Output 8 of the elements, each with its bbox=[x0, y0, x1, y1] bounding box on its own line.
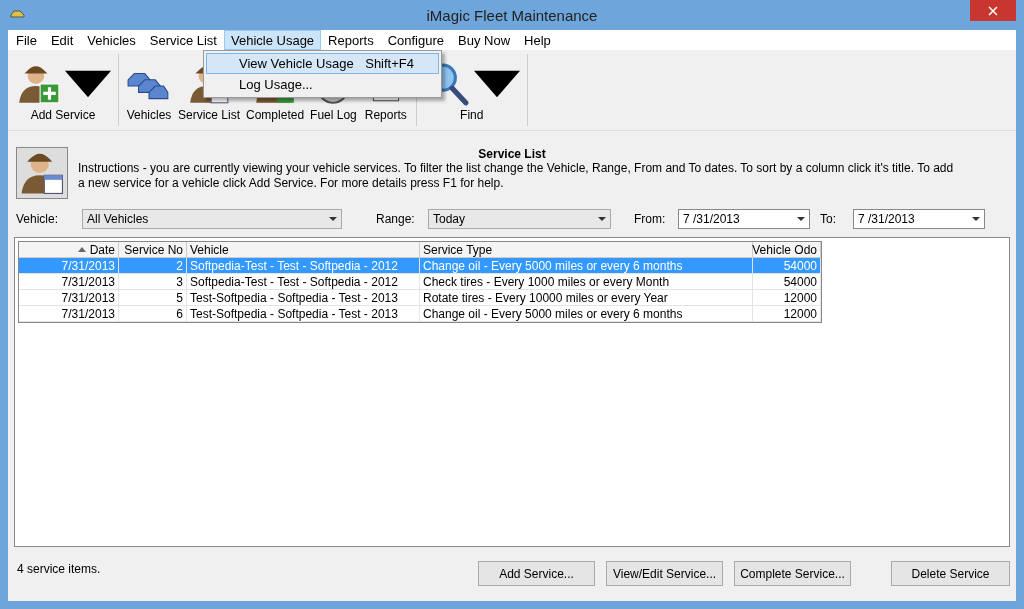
from-label: From: bbox=[634, 212, 667, 226]
range-label: Range: bbox=[376, 212, 416, 226]
window-title: iMagic Fleet Maintenance bbox=[426, 6, 598, 24]
section-title: Service List bbox=[477, 147, 547, 161]
to-label: To: bbox=[820, 212, 837, 226]
status-text: 4 service items. bbox=[17, 561, 102, 576]
vehicle-label: Vehicle: bbox=[16, 212, 60, 226]
instructions-text: Instructions - you are currently viewing your vehicle services. To filter the list change the Vehicle, Range, From and To dates. To sort by a column click it's title. To add a new service for a vehicle click Add Service. For more details press F1 for help. bbox=[78, 161, 955, 192]
